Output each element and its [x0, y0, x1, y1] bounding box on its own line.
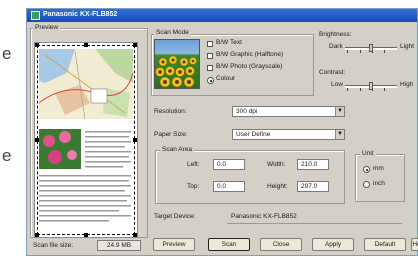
bw-photo-label: B/W Photo (Grayscale) [216, 63, 283, 70]
target-device-divider [227, 223, 402, 224]
scan-area-label: Scan Area [160, 146, 194, 153]
background-text-fragment: e [2, 146, 12, 165]
background-text-fragment: e [2, 44, 12, 63]
target-device-value: Panasonic KX-FLB852 [231, 213, 297, 220]
app-icon [31, 11, 40, 20]
bw-graphic-checkbox[interactable] [207, 53, 213, 59]
unit-group [355, 154, 405, 202]
close-button[interactable]: Close [260, 238, 302, 251]
contrast-tick [347, 88, 348, 91]
selection-handle[interactable] [35, 138, 39, 142]
unit-inch-label: inch [373, 180, 385, 187]
brightness-thumb[interactable] [369, 44, 373, 52]
contrast-label: Contrast: [319, 69, 346, 76]
resolution-label: Resolution: [154, 108, 187, 115]
help-button[interactable]: He [411, 238, 418, 251]
resolution-value: 300 dpi [236, 108, 258, 115]
brightness-tick [347, 50, 348, 53]
unit-mm-label: mm [373, 165, 384, 172]
target-device-label: Target Device: [154, 213, 196, 220]
selection-handle[interactable] [84, 233, 88, 237]
brightness-tick [384, 50, 385, 53]
paper-size-select[interactable]: User Define ▼ [232, 129, 345, 140]
scan-button[interactable]: Scan [208, 238, 250, 251]
contrast-tick [384, 88, 385, 91]
paper-size-value: User Define [236, 131, 271, 138]
selection-handle[interactable] [35, 43, 39, 47]
selection-handle[interactable] [133, 43, 137, 47]
color-mode-thumbnail [154, 39, 200, 89]
brightness-low-label: Dark [329, 43, 343, 50]
height-label: Height: [267, 183, 288, 190]
colour-radio[interactable] [207, 77, 214, 84]
bw-text-label: B/W Text [216, 39, 242, 46]
scan-file-size-label: Scan file size: [33, 242, 74, 249]
scan-mode-label: Scan Mode [154, 29, 191, 36]
unit-mm-radio[interactable] [363, 166, 370, 173]
apply-button[interactable]: Apply [312, 238, 354, 251]
preview-page[interactable] [34, 42, 138, 238]
contrast-tick [360, 88, 361, 91]
selection-handle[interactable] [35, 233, 39, 237]
scan-file-size-value: 24.9 MB [97, 240, 141, 251]
selection-handle[interactable] [84, 43, 88, 47]
paper-size-label: Paper Size: [154, 131, 188, 138]
resolution-select[interactable]: 300 dpi ▼ [232, 106, 345, 117]
unit-inch-radio[interactable] [363, 181, 370, 188]
scan-area-selection[interactable] [37, 45, 135, 235]
window-title: Panasonic KX-FLB852 [43, 11, 118, 18]
top-input[interactable]: 0.0 [213, 181, 245, 192]
chevron-down-icon[interactable]: ▼ [335, 130, 344, 139]
bw-text-checkbox[interactable] [207, 41, 213, 47]
preview-button[interactable]: Preview [153, 238, 195, 251]
brightness-tick [360, 50, 361, 53]
width-input[interactable]: 210.0 [297, 159, 329, 170]
colour-label: Colour [216, 75, 236, 82]
title-bar[interactable]: Panasonic KX-FLB852 [27, 9, 417, 22]
chevron-down-icon[interactable]: ▼ [335, 107, 344, 116]
selection-handle[interactable] [133, 138, 137, 142]
contrast-high-label: High [400, 81, 414, 88]
height-input[interactable]: 297.0 [297, 181, 329, 192]
left-input[interactable]: 0.0 [213, 159, 245, 170]
top-label: Top: [187, 183, 200, 190]
left-label: Left: [187, 161, 200, 168]
default-button[interactable]: Default [364, 238, 406, 251]
preview-group-label: Preview [33, 24, 61, 31]
width-label: Width: [267, 161, 286, 168]
contrast-thumb[interactable] [369, 82, 373, 90]
brightness-label: Brightness: [319, 31, 352, 38]
brightness-high-label: Light [400, 43, 415, 50]
unit-label: Unit [360, 150, 376, 157]
bw-graphic-label: B/W Graphic (Halftone) [216, 51, 284, 58]
bw-photo-checkbox[interactable] [207, 65, 213, 71]
selection-handle[interactable] [133, 233, 137, 237]
contrast-low-label: Low [331, 81, 343, 88]
